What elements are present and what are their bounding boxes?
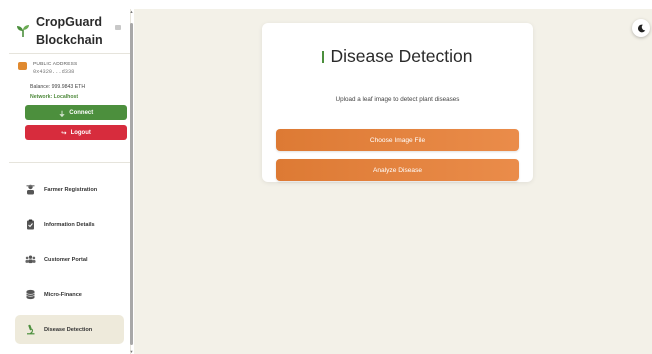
sidebar-item-information-details[interactable]: Information Details xyxy=(15,210,124,239)
page-title-text: Disease Detection xyxy=(330,46,473,66)
connect-label: Connect xyxy=(69,109,94,116)
sidebar: CropGuard Blockchain PUBLIC ADDRESS 0x43… xyxy=(9,9,131,354)
sprout-icon xyxy=(17,25,29,37)
sidebar-item-customer-portal[interactable]: Customer Portal xyxy=(15,245,124,274)
coins-icon xyxy=(25,289,36,300)
wallet-panel: PUBLIC ADDRESS 0x4320...d338 Balance: 99… xyxy=(9,54,130,162)
clipboard-icon xyxy=(25,219,36,230)
disease-detection-card: Disease Detection Upload a leaf image to… xyxy=(262,23,533,182)
sidebar-item-label: Customer Portal xyxy=(44,256,88,263)
sidebar-item-farmer-registration[interactable]: Farmer Registration xyxy=(15,175,124,204)
main-content: Disease Detection Upload a leaf image to… xyxy=(134,9,652,354)
page-subtitle: Upload a leaf image to detect plant dise… xyxy=(335,96,460,103)
analyze-disease-button[interactable]: Analyze Disease xyxy=(276,159,519,181)
sidebar-toggle-button[interactable] xyxy=(115,25,121,30)
choose-image-file-button[interactable]: Choose Image File xyxy=(276,129,519,151)
wallet-network: Network: Localhost xyxy=(30,94,79,100)
sidebar-item-micro-finance[interactable]: Micro-Finance xyxy=(15,280,124,309)
farmer-icon xyxy=(25,184,36,195)
sidebar-nav: Farmer Registration Information Details … xyxy=(9,169,130,344)
wallet-balance: Balance: 999.9843 ETH xyxy=(30,84,86,90)
sidebar-item-label: Information Details xyxy=(44,221,95,228)
wallet-address: 0x4320...d338 xyxy=(33,69,75,75)
logout-icon: ↪ xyxy=(61,129,67,137)
divider xyxy=(9,162,130,163)
wallet-info: PUBLIC ADDRESS 0x4320...d338 xyxy=(33,61,77,77)
theme-toggle-button[interactable] xyxy=(632,19,650,37)
users-icon xyxy=(25,254,36,265)
sidebar-item-disease-detection[interactable]: Disease Detection xyxy=(15,315,124,344)
microscope-icon xyxy=(25,324,36,335)
wallet-icon xyxy=(18,62,27,70)
brand-name-line1: CropGuard xyxy=(36,15,102,29)
moon-icon xyxy=(637,24,645,32)
plug-icon: ⏚ xyxy=(58,110,66,118)
scroll-thumb[interactable] xyxy=(130,23,133,345)
sidebar-item-label: Farmer Registration xyxy=(44,186,98,193)
sidebar-item-label: Micro-Finance xyxy=(44,291,82,298)
wallet-address-row: PUBLIC ADDRESS 0x4320...d338 xyxy=(18,61,130,77)
brand-name-line2: Blockchain xyxy=(36,33,103,47)
logout-label: Logout xyxy=(70,129,91,136)
sidebar-item-label: Disease Detection xyxy=(44,326,93,333)
title-accent-bar xyxy=(322,51,325,63)
page-title: Disease Detection xyxy=(262,46,533,67)
brand-name: CropGuard Blockchain xyxy=(36,13,103,49)
connect-button[interactable]: ⏚ Connect xyxy=(25,105,127,120)
brand: CropGuard Blockchain xyxy=(9,9,130,53)
wallet-label: PUBLIC ADDRESS xyxy=(33,62,78,67)
logout-button[interactable]: ↪ Logout xyxy=(25,125,127,140)
